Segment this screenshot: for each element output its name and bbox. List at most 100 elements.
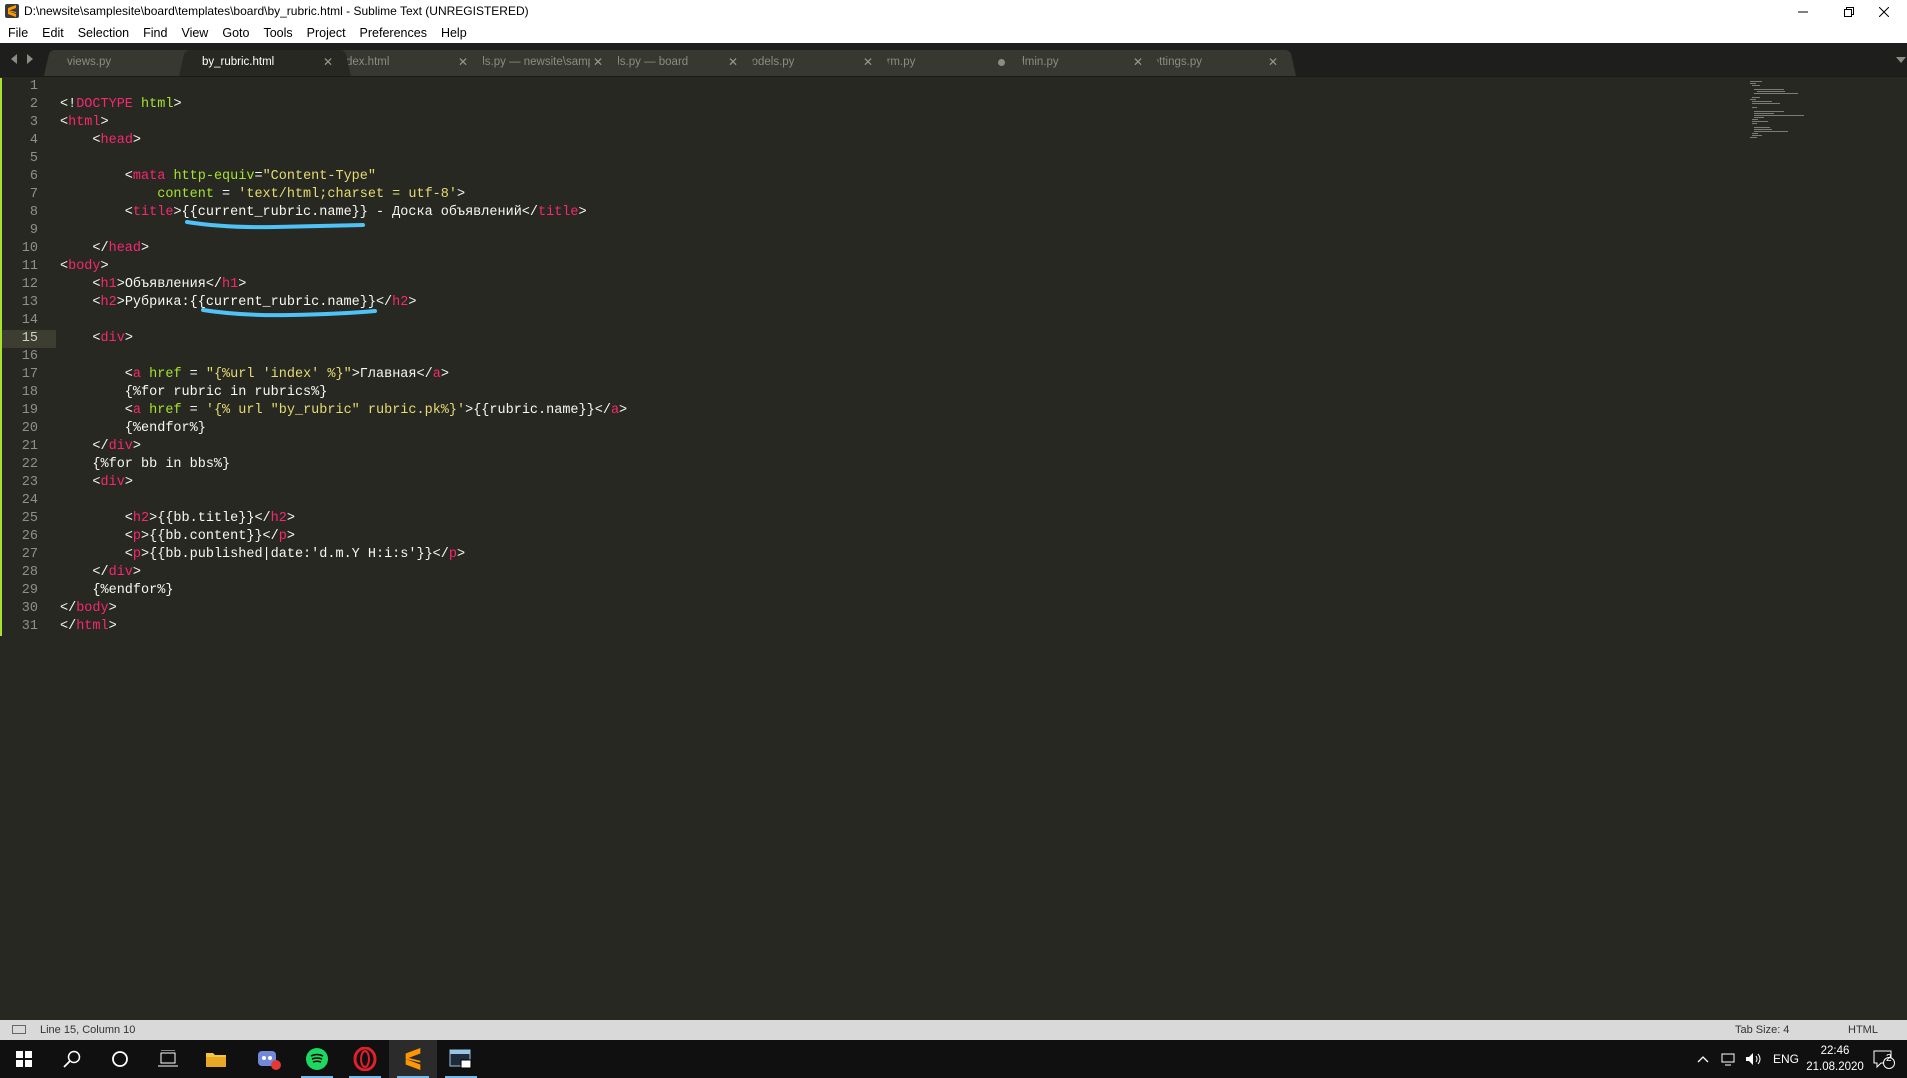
- line-number[interactable]: 4: [0, 132, 38, 150]
- menu-selection[interactable]: Selection: [71, 26, 136, 40]
- line-number[interactable]: 3: [0, 114, 38, 132]
- code-line[interactable]: content = 'text/html;charset = utf-8'>: [60, 186, 465, 204]
- menu-goto[interactable]: Goto: [215, 26, 256, 40]
- panel-toggle-icon[interactable]: [12, 1025, 26, 1034]
- menu-view[interactable]: View: [174, 26, 215, 40]
- line-number[interactable]: 29: [0, 582, 38, 600]
- line-number[interactable]: 14: [0, 312, 38, 330]
- line-number[interactable]: 10: [0, 240, 38, 258]
- code-editor[interactable]: 1 2 3 4 5 6 7 8 9 10 11 12 13 14 15 16 17 18 19 20 21 22 23 24 2…: [0, 77, 1907, 1020]
- network-icon[interactable]: [1721, 1052, 1737, 1066]
- code-line[interactable]: {%endfor%}: [60, 420, 206, 438]
- code-line[interactable]: <h2>{{bb.title}}</h2>: [60, 510, 295, 528]
- line-number[interactable]: 21: [0, 438, 38, 456]
- line-number[interactable]: 11: [0, 258, 38, 276]
- line-number[interactable]: 6: [0, 168, 38, 186]
- search-icon[interactable]: [48, 1040, 96, 1078]
- discord-icon[interactable]: [245, 1040, 293, 1078]
- line-number[interactable]: 22: [0, 456, 38, 474]
- minimap[interactable]: [1748, 79, 1838, 139]
- code-line[interactable]: <body>: [60, 258, 109, 276]
- code-line[interactable]: {%endfor%}: [60, 582, 173, 600]
- line-number[interactable]: 20: [0, 420, 38, 438]
- line-number[interactable]: 19: [0, 402, 38, 420]
- code-token: <: [60, 259, 69, 274]
- menu-edit[interactable]: Edit: [35, 26, 71, 40]
- line-number[interactable]: 24: [0, 492, 38, 510]
- close-window-button[interactable]: [1861, 0, 1907, 23]
- code-line[interactable]: <html>: [60, 114, 109, 132]
- unsaved-dot-icon[interactable]: [998, 59, 1005, 66]
- start-icon[interactable]: [0, 1040, 48, 1078]
- tab-list-dropdown-icon[interactable]: [1895, 55, 1907, 65]
- menu-preferences[interactable]: Preferences: [353, 26, 434, 40]
- line-number[interactable]: 23: [0, 474, 38, 492]
- chevron-up-icon[interactable]: [1697, 1055, 1709, 1063]
- clock-time: 22:46: [1820, 1045, 1850, 1057]
- close-tab-icon[interactable]: ✕: [863, 55, 873, 69]
- menu-project[interactable]: Project: [300, 26, 353, 40]
- tab-1[interactable]: by_rubric.html ✕: [179, 48, 351, 76]
- menu-file[interactable]: File: [0, 26, 35, 40]
- code-line[interactable]: {%for rubric in rubrics%}: [60, 384, 328, 402]
- file-explorer-icon[interactable]: [192, 1040, 240, 1078]
- line-number[interactable]: 25: [0, 510, 38, 528]
- terminal-icon[interactable]: [437, 1040, 485, 1078]
- menu-find[interactable]: Find: [136, 26, 174, 40]
- close-tab-icon[interactable]: ✕: [323, 55, 333, 69]
- sublime-text-icon[interactable]: [389, 1040, 437, 1078]
- code-line[interactable]: <a href = "{%url 'index' %}">Главная</a>: [60, 366, 449, 384]
- line-number[interactable]: 12: [0, 276, 38, 294]
- line-number[interactable]: 31: [0, 618, 38, 636]
- code-line[interactable]: <h1>Объявления</h1>: [60, 276, 246, 294]
- code-line[interactable]: <div>: [60, 330, 133, 348]
- line-number[interactable]: 18: [0, 384, 38, 402]
- syntax-selector[interactable]: HTML: [1848, 1024, 1878, 1036]
- volume-icon[interactable]: [1745, 1052, 1763, 1066]
- line-number[interactable]: 27: [0, 546, 38, 564]
- line-number[interactable]: 30: [0, 600, 38, 618]
- line-number[interactable]: 15: [0, 330, 38, 348]
- line-number[interactable]: 13: [0, 294, 38, 312]
- line-number[interactable]: 16: [0, 348, 38, 366]
- menu-tools[interactable]: Tools: [256, 26, 299, 40]
- line-number[interactable]: 5: [0, 150, 38, 168]
- opera-icon[interactable]: [341, 1040, 389, 1078]
- task-view-icon[interactable]: [144, 1040, 192, 1078]
- menu-help[interactable]: Help: [434, 26, 474, 40]
- line-number[interactable]: 9: [0, 222, 38, 240]
- cortana-icon[interactable]: [96, 1040, 144, 1078]
- close-tab-icon[interactable]: ✕: [593, 55, 603, 69]
- code-line[interactable]: </div>: [60, 564, 141, 582]
- code-line[interactable]: <mata http-equiv="Content-Type": [60, 168, 376, 186]
- tab-nav-arrows-icon[interactable]: [10, 53, 34, 65]
- code-line[interactable]: {%for bb in bbs%}: [60, 456, 230, 474]
- code-line[interactable]: </head>: [60, 240, 149, 258]
- line-number[interactable]: 7: [0, 186, 38, 204]
- close-tab-icon[interactable]: ✕: [1268, 55, 1278, 69]
- minimize-button[interactable]: [1780, 0, 1826, 23]
- code-line[interactable]: <div>: [60, 474, 133, 492]
- annotation-underline-2: [201, 308, 377, 318]
- line-number[interactable]: 26: [0, 528, 38, 546]
- code-line[interactable]: <!DOCTYPE html>: [60, 96, 182, 114]
- clock[interactable]: 22:46 21.08.2020: [1795, 1043, 1875, 1075]
- code-line[interactable]: <a href = '{% url "by_rubric" rubric.pk%…: [60, 402, 627, 420]
- spotify-icon[interactable]: [293, 1040, 341, 1078]
- line-number[interactable]: 8: [0, 204, 38, 222]
- line-number[interactable]: 28: [0, 564, 38, 582]
- notification-center-icon[interactable]: 2: [1873, 1040, 1895, 1078]
- code-line[interactable]: <head>: [60, 132, 141, 150]
- code-line[interactable]: <p>{{bb.published|date:'d.m.Y H:i:s'}}</…: [60, 546, 465, 564]
- close-tab-icon[interactable]: ✕: [458, 55, 468, 69]
- code-line[interactable]: </div>: [60, 438, 141, 456]
- line-number[interactable]: 2: [0, 96, 38, 114]
- tab-size-selector[interactable]: Tab Size: 4: [1735, 1024, 1789, 1036]
- line-number[interactable]: 1: [0, 78, 38, 96]
- code-line[interactable]: <p>{{bb.content}}</p>: [60, 528, 295, 546]
- close-tab-icon[interactable]: ✕: [728, 55, 738, 69]
- code-line[interactable]: </body>: [60, 600, 117, 618]
- code-line[interactable]: </html>: [60, 618, 117, 636]
- line-number[interactable]: 17: [0, 366, 38, 384]
- close-tab-icon[interactable]: ✕: [1133, 55, 1143, 69]
